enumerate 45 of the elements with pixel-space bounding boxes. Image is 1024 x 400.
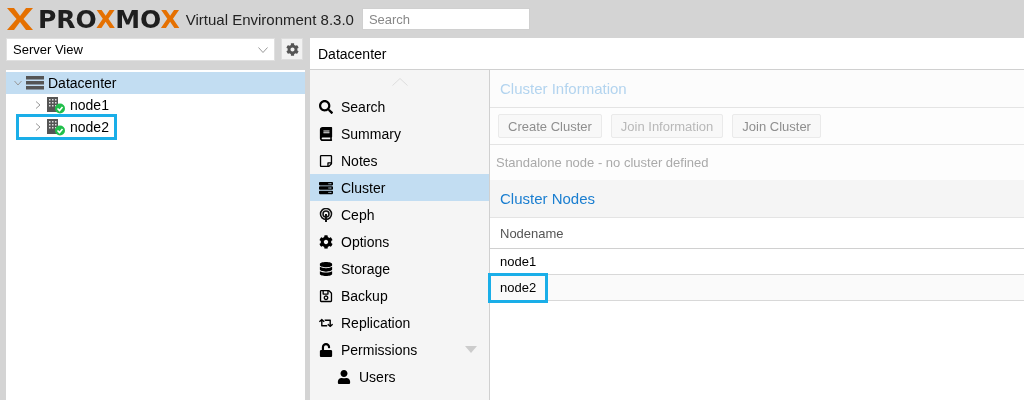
nav-item[interactable]: Permissions xyxy=(310,336,489,363)
tree-label: node2 xyxy=(70,119,109,135)
nav-item[interactable]: Notes xyxy=(310,147,489,174)
nav-item[interactable]: Ceph xyxy=(310,201,489,228)
nav-item[interactable]: Backup xyxy=(310,282,489,309)
tree-label: node1 xyxy=(70,97,109,113)
settings-button[interactable] xyxy=(281,38,303,60)
user-icon xyxy=(337,369,351,384)
tree-item[interactable]: node2 xyxy=(6,116,305,138)
rings-icon xyxy=(319,207,333,222)
product-version: Virtual Environment 8.3.0 xyxy=(185,10,354,28)
caret-right-icon[interactable] xyxy=(34,123,42,131)
database-icon xyxy=(319,261,333,276)
search-field[interactable]: Search xyxy=(361,8,530,30)
table-cell-text: node1 xyxy=(499,253,538,271)
nav-item[interactable]: Users xyxy=(310,363,489,390)
triangle-down-icon[interactable] xyxy=(465,345,477,354)
view-selector[interactable]: Server View xyxy=(6,38,275,61)
building-status-icon xyxy=(46,96,66,114)
search-icon xyxy=(319,99,333,114)
note-icon xyxy=(319,153,333,168)
chevron-down-icon xyxy=(258,46,268,53)
caret-down-icon[interactable] xyxy=(14,79,22,87)
caret-right-icon[interactable] xyxy=(34,101,42,109)
tree-item[interactable]: Datacenter xyxy=(6,72,305,94)
nav-item[interactable]: Options xyxy=(310,228,489,255)
unlock-icon xyxy=(319,342,333,357)
nav-item[interactable]: Replication xyxy=(310,309,489,336)
column-header[interactable]: Nodename xyxy=(500,225,564,241)
logo-x-icon xyxy=(6,7,34,31)
tree-item[interactable]: node1 xyxy=(6,94,305,116)
nav-item[interactable]: Search xyxy=(310,93,489,120)
section-title: Cluster Nodes xyxy=(490,180,1024,218)
server-icon xyxy=(319,180,333,195)
book-icon xyxy=(319,126,333,141)
logo-wordmark: PROXMOX xyxy=(38,6,180,32)
gear-icon xyxy=(285,42,299,56)
tree-label: Datacenter xyxy=(48,75,117,91)
building-status-icon xyxy=(46,118,66,136)
nav-item[interactable]: Cluster xyxy=(310,174,489,201)
gear-icon xyxy=(319,234,333,249)
table-cell: node2 xyxy=(490,274,547,301)
nav-item[interactable]: Summary xyxy=(310,120,489,147)
server-rack-icon xyxy=(26,76,44,90)
nav-item[interactable]: Storage xyxy=(310,255,489,282)
